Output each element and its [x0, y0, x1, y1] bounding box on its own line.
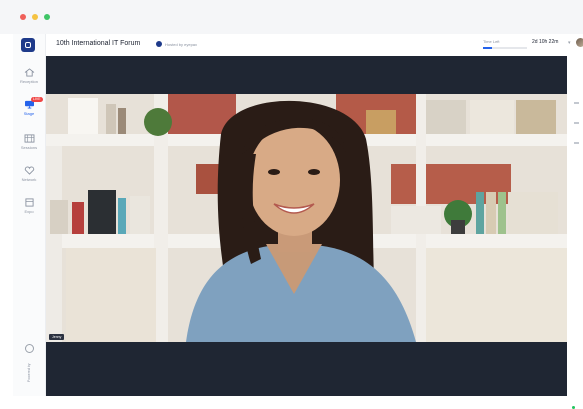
maximize-window-button[interactable]	[44, 14, 50, 20]
chevron-down-icon[interactable]: ▾	[568, 40, 571, 46]
time-left-progress	[483, 47, 527, 49]
heart-icon	[24, 166, 34, 175]
time-left-label: Time Left	[483, 39, 500, 44]
sidebar-item-label: Expo	[24, 209, 34, 214]
brand-icon	[24, 344, 34, 353]
close-window-button[interactable]	[20, 14, 26, 20]
sidebar-item-stage[interactable]: LIVE Stage	[13, 97, 45, 130]
time-left-progress-fill	[483, 47, 492, 49]
window-titlebar	[0, 0, 583, 34]
live-badge: LIVE	[31, 97, 43, 102]
sidebar: Reception LIVE Stage Sessions Network Ex…	[13, 34, 46, 396]
speaker-name-label: Jenny	[49, 334, 65, 340]
right-panel	[567, 56, 583, 409]
sidebar-item-network[interactable]: Network	[13, 166, 45, 196]
panel-icon[interactable]	[574, 102, 579, 104]
panel-icon[interactable]	[574, 142, 579, 144]
speaker-video[interactable]: Jenny	[46, 94, 567, 342]
video-stage: Jenny	[46, 56, 567, 396]
time-left-value: 2d 10h 22m	[532, 39, 559, 45]
sidebar-item-reception[interactable]: Reception	[13, 68, 45, 98]
user-avatar[interactable]	[576, 38, 583, 47]
speaker-video-frame	[46, 94, 567, 342]
host-logo-icon	[156, 41, 162, 47]
store-icon	[24, 198, 34, 207]
app-window: Reception LIVE Stage Sessions Network Ex…	[13, 34, 583, 409]
event-title: 10th International IT Forum	[56, 40, 141, 47]
sidebar-item-label: Stage	[23, 111, 35, 116]
app-logo[interactable]	[21, 38, 35, 52]
host-label: Hosted by eyepax	[165, 41, 198, 47]
powered-by-text: Powered by	[27, 363, 31, 383]
panel-icon[interactable]	[574, 122, 579, 124]
home-icon	[24, 68, 34, 77]
sidebar-item-label: Sessions	[20, 145, 38, 150]
sidebar-item-label: Network	[21, 177, 37, 182]
grid-icon	[24, 134, 34, 143]
event-header: 10th International IT Forum Hosted by ey…	[46, 34, 583, 56]
powered-by: Powered by	[18, 344, 40, 394]
minimize-window-button[interactable]	[32, 14, 38, 20]
host-badge: Hosted by eyepax	[156, 40, 197, 48]
sidebar-item-sessions[interactable]: Sessions	[13, 134, 45, 164]
sidebar-item-expo[interactable]: Expo	[13, 198, 45, 228]
sidebar-item-label: Reception	[19, 79, 38, 84]
